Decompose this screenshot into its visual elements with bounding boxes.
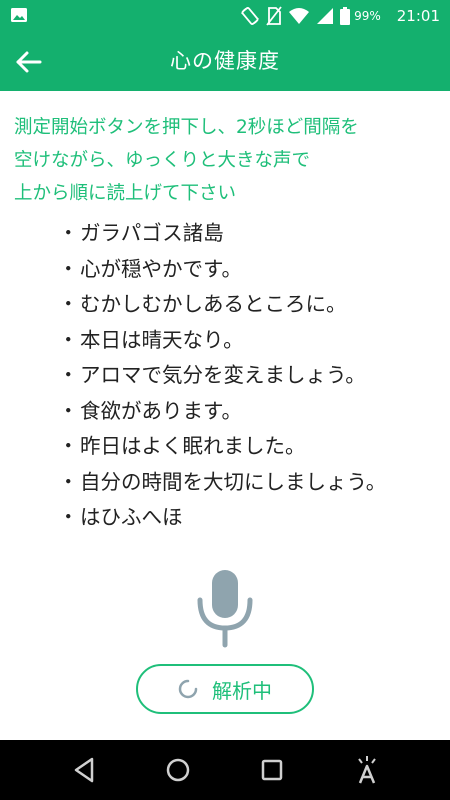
- instruction-line: 空けながら、ゆっくりと大きな声で: [14, 150, 311, 171]
- analyzing-button[interactable]: 解析中: [136, 664, 314, 714]
- no-sim-icon: [266, 5, 282, 26]
- phrase-list: ガラパゴス諸島 心が穏やかです。 むかしむかしあるところに。 本日は晴天なり。 …: [58, 216, 386, 536]
- instruction-line: 測定開始ボタンを押下し、2秒ほど間隔を: [14, 117, 359, 138]
- gallery-icon: [11, 8, 27, 22]
- back-triangle-icon[interactable]: [70, 754, 100, 786]
- microphone-icon[interactable]: [196, 570, 254, 648]
- phrase-item: はひふへほ: [58, 500, 386, 536]
- phrase-item: 昨日はよく眠れました。: [58, 429, 386, 465]
- phrase-item: 心が穏やかです。: [58, 252, 386, 288]
- rotate-icon: [241, 6, 259, 25]
- phrase-item: むかしむかしあるところに。: [58, 287, 386, 323]
- phrase-item: 本日は晴天なり。: [58, 323, 386, 359]
- battery-icon: [340, 6, 351, 25]
- battery-percent: 99%: [354, 8, 381, 23]
- spinner-icon: [178, 679, 198, 699]
- home-circle-icon[interactable]: [163, 754, 193, 786]
- phrase-item: 食欲があります。: [58, 394, 386, 430]
- analyzing-label: 解析中: [212, 678, 272, 703]
- phrase-item: ガラパゴス諸島: [58, 216, 386, 252]
- phrase-item: アロマで気分を変えましょう。: [58, 358, 386, 394]
- status-bar: 99% 21:01: [0, 0, 450, 31]
- app-bar: 心の健康度: [0, 31, 450, 91]
- back-arrow-icon[interactable]: [14, 47, 44, 77]
- phrase-item: 自分の時間を大切にしましょう。: [58, 465, 386, 501]
- instruction-line: 上から順に読上げて下さい: [14, 183, 237, 204]
- navigation-bar: [0, 740, 450, 800]
- status-icons: 99% 21:01: [240, 0, 440, 31]
- signal-icon: [317, 7, 334, 24]
- clock: 21:01: [396, 6, 440, 25]
- instructions-text: 測定開始ボタンを押下し、2秒ほど間隔を 空けながら、ゆっくりと大きな声で 上から…: [14, 111, 444, 210]
- accessibility-icon[interactable]: [352, 754, 382, 786]
- page-title: 心の健康度: [170, 49, 280, 73]
- recents-square-icon[interactable]: [257, 754, 287, 786]
- wifi-icon: [289, 7, 310, 24]
